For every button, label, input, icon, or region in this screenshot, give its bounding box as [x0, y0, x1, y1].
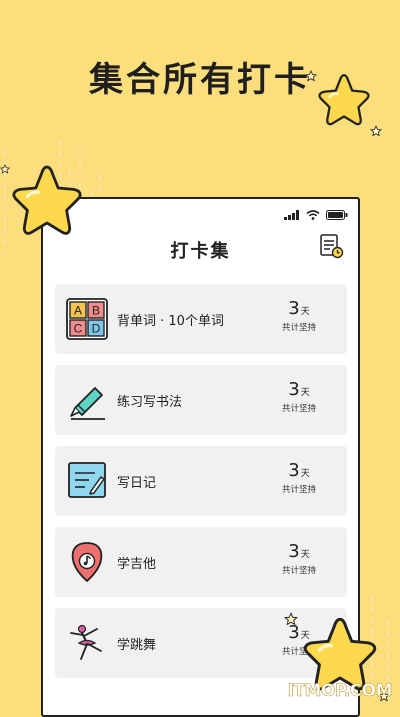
svg-text:D: D [92, 322, 101, 336]
habit-label: 写日记 [117, 476, 157, 491]
streak-count: 3 [288, 379, 300, 400]
small-star-icon [284, 612, 298, 626]
habit-card-calligraphy[interactable]: 练习写书法 3天 共计坚持 [55, 365, 347, 435]
ballet-dancer-icon [70, 624, 102, 660]
habit-card-guitar[interactable]: 学吉他 3天 共计坚持 [55, 527, 347, 597]
streak-unit: 天 [300, 388, 310, 398]
page-title: 打卡集 [170, 241, 231, 262]
svg-text:A: A [74, 304, 82, 318]
abcd-blocks-icon: A B C D [66, 298, 108, 340]
streak-caption: 共计坚持 [281, 566, 316, 576]
habit-card-vocabulary[interactable]: A B C D 背单词 · 10个单词 3天 共计坚持 [55, 284, 347, 354]
streak-caption: 共计坚持 [281, 485, 316, 495]
diary-notepad-icon [68, 462, 106, 498]
streak-count: 3 [288, 298, 300, 319]
battery-icon [326, 210, 348, 220]
habit-streak: 3天 共计坚持 [269, 298, 329, 333]
habit-label: 学跳舞 [117, 638, 157, 653]
svg-text:B: B [92, 304, 100, 318]
streak-unit: 天 [300, 307, 310, 317]
svg-text:C: C [74, 322, 83, 336]
signal-icon [284, 210, 299, 220]
streak-count: 3 [288, 460, 300, 481]
habit-streak: 3天 共计坚持 [269, 460, 329, 495]
habit-label: 背单词 · 10个单词 [117, 314, 224, 329]
streak-count: 3 [288, 541, 300, 562]
streak-caption: 共计坚持 [281, 323, 316, 333]
big-star-icon [12, 165, 82, 235]
habit-label: 学吉他 [117, 557, 157, 572]
big-star-icon [318, 74, 370, 126]
watermark: ITMOP.COM [287, 681, 393, 702]
streak-unit: 天 [300, 550, 310, 560]
streak-unit: 天 [300, 469, 310, 479]
streak-caption: 共计坚持 [281, 404, 316, 414]
guitar-pick-icon [71, 542, 103, 583]
status-bar [284, 209, 348, 221]
habit-card-diary[interactable]: 写日记 3天 共计坚持 [55, 446, 347, 516]
wifi-icon [306, 210, 320, 220]
habit-streak: 3天 共计坚持 [269, 379, 329, 414]
habit-label: 练习写书法 [117, 395, 183, 410]
calendar-clock-icon[interactable] [320, 233, 344, 259]
calligraphy-brush-icon [70, 387, 105, 420]
habit-streak: 3天 共计坚持 [269, 541, 329, 576]
